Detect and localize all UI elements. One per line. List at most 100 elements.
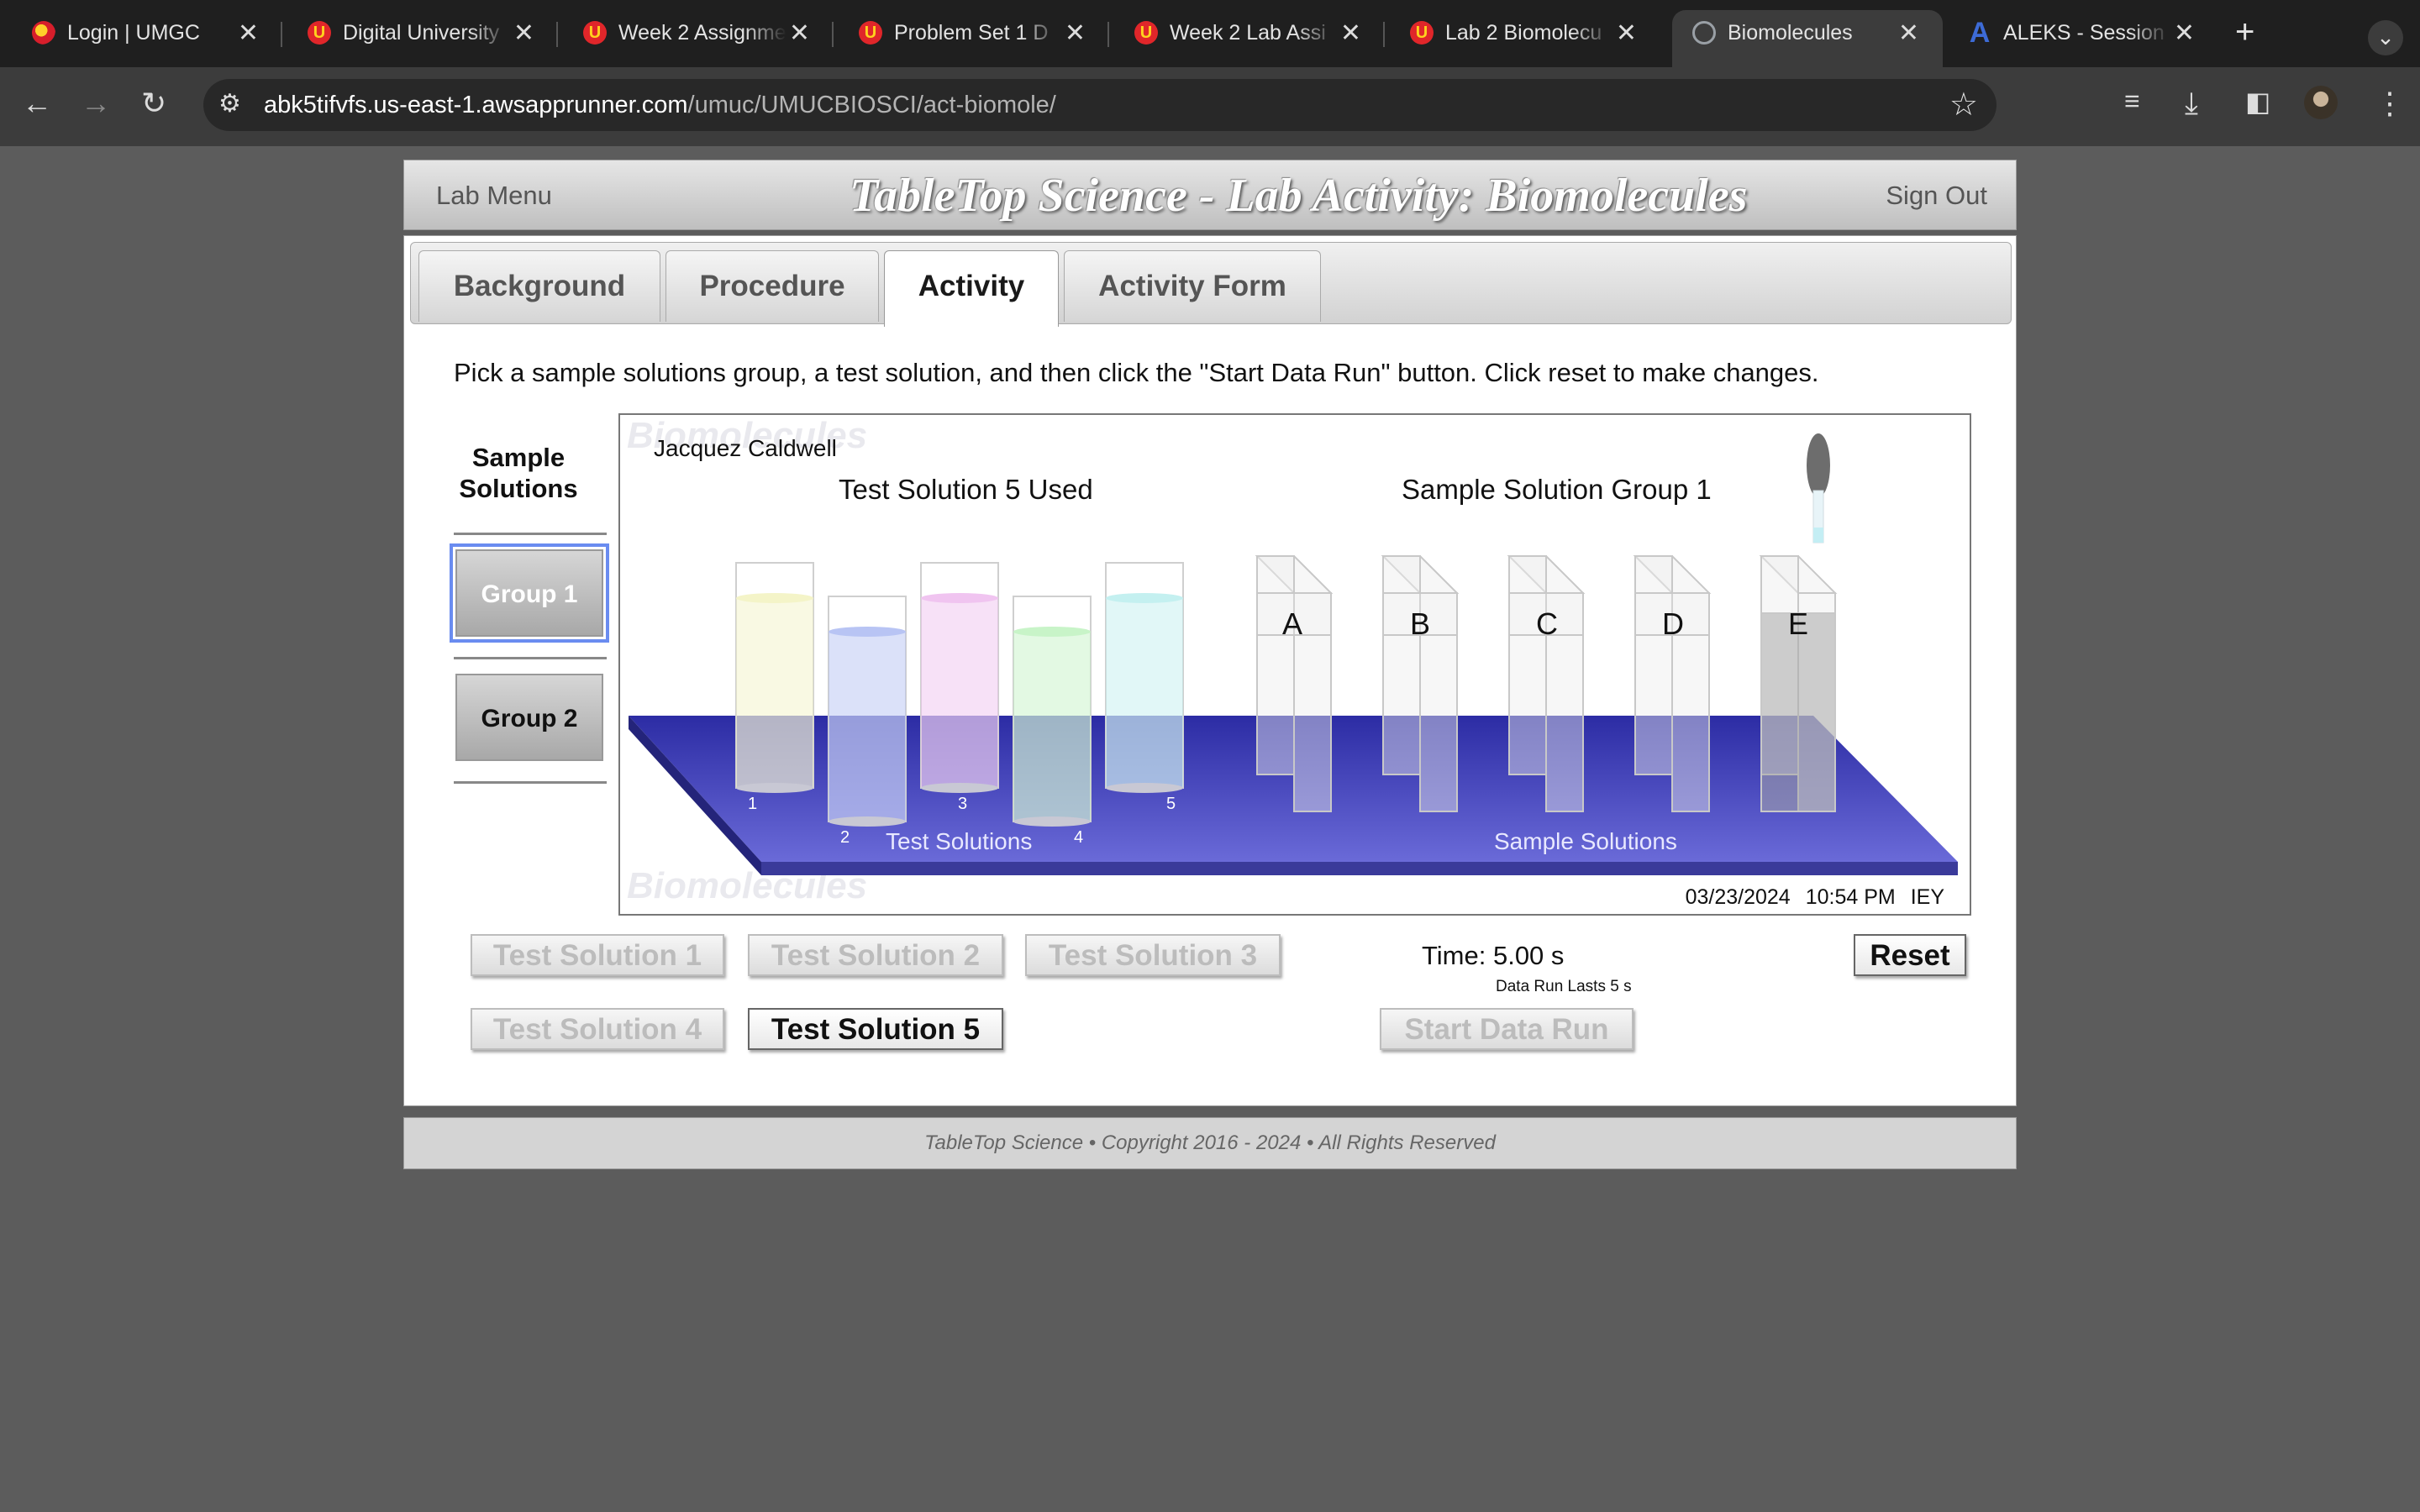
page-title: TableTop Science - Lab Activity: Biomole… (850, 170, 1748, 222)
reading-list-icon[interactable]: ≡ (2124, 86, 2140, 117)
umgc-u-icon: U (1134, 21, 1158, 45)
browser-menu-icon[interactable]: ⋮ (2375, 86, 2405, 121)
back-icon[interactable]: ← (22, 86, 52, 121)
group-2-button[interactable]: Group 2 (455, 674, 603, 761)
browser-tab[interactable]: Login | UMGC ✕ (12, 10, 282, 55)
well-b[interactable] (1381, 555, 1460, 812)
divider (454, 533, 607, 535)
tab-title: Problem Set 1 D (894, 21, 1049, 45)
forward-icon[interactable]: → (81, 86, 111, 121)
new-tab-button[interactable]: + (2235, 13, 2254, 51)
test-solution-3-button[interactable]: Test Solution 3 (1025, 934, 1281, 976)
tab-activity[interactable]: Activity (884, 250, 1059, 327)
test-solution-4-button[interactable]: Test Solution 4 (471, 1008, 724, 1050)
sample-group-label: Sample Solution Group 1 (1402, 474, 1712, 505)
reset-button[interactable]: Reset (1854, 934, 1966, 976)
tab-search-icon[interactable]: ⌄ (2368, 20, 2403, 55)
reload-icon[interactable]: ↻ (141, 86, 166, 121)
sample-solutions-label: Sample Solutions (1494, 828, 1677, 854)
tube-number: 4 (1074, 828, 1084, 847)
browser-toolbar: ← → ↻ ⚙ abk5tifvfs.us-east-1.awsapprunne… (0, 67, 2420, 146)
umgc-u-icon: U (308, 21, 331, 45)
profile-avatar[interactable] (2304, 86, 2338, 119)
test-solutions-label: Test Solutions (886, 828, 1033, 854)
tube-1[interactable] (735, 562, 814, 793)
aleks-icon: A (1969, 17, 1991, 49)
tab-title: Week 2 Assignment (618, 21, 786, 45)
tube-number: 3 (958, 795, 968, 813)
url-text[interactable]: abk5tifvfs.us-east-1.awsapprunner.com/um… (264, 92, 1056, 119)
student-name: Jacquez Caldwell (654, 435, 837, 461)
test-solution-2-button[interactable]: Test Solution 2 (748, 934, 1003, 976)
app-header: Lab Menu TableTop Science - Lab Activity… (403, 160, 2017, 230)
browser-tab[interactable]: U Week 2 Lab Assi ✕ (1114, 10, 1385, 55)
browser-tab[interactable]: U Lab 2 Biomolecu ✕ (1390, 10, 1660, 55)
instructions-text: Pick a sample solutions group, a test so… (454, 358, 1819, 387)
tab-title: Lab 2 Biomolecu (1445, 21, 1602, 45)
close-tab-icon[interactable]: ✕ (1065, 18, 1086, 48)
platform-edge (761, 862, 1958, 875)
well-label: D (1662, 606, 1684, 641)
well-label: B (1410, 606, 1431, 641)
browser-tab[interactable]: U Digital University ✕ (287, 10, 558, 55)
well-label: E (1788, 606, 1809, 641)
lab-menu-link[interactable]: Lab Menu (436, 181, 552, 211)
test-solution-used-label: Test Solution 5 Used (839, 474, 1093, 505)
tab-title: Biomolecules (1728, 21, 1853, 45)
close-tab-icon[interactable]: ✕ (513, 18, 534, 48)
well-label: A (1282, 606, 1303, 641)
run-duration-note: Data Run Lasts 5 s (1496, 978, 1632, 995)
close-tab-icon[interactable]: ✕ (1616, 18, 1637, 48)
tube-3[interactable] (920, 562, 999, 793)
test-solution-5-button[interactable]: Test Solution 5 (748, 1008, 1003, 1050)
sample-solutions-heading: Sample Solutions (459, 443, 578, 503)
tube-number: 1 (748, 795, 758, 813)
tube-4[interactable] (1013, 596, 1092, 827)
bookmark-star-icon[interactable]: ☆ (1949, 86, 1978, 123)
test-solution-1-button[interactable]: Test Solution 1 (471, 934, 724, 976)
tab-title: Week 2 Lab Assi (1170, 21, 1326, 45)
tab-background[interactable]: Background (418, 250, 660, 322)
close-tab-icon[interactable]: ✕ (1340, 18, 1361, 48)
footer: TableTop Science • Copyright 2016 - 2024… (403, 1117, 2017, 1169)
umgc-u-icon: U (859, 21, 882, 45)
timestamp: 03/23/2024 10:54 PM IEY (1685, 885, 1944, 909)
browser-tab[interactable]: U Problem Set 1 D ✕ (839, 10, 1109, 55)
browser-tab[interactable]: U Week 2 Assignment ✕ (563, 10, 834, 55)
side-panel-icon[interactable]: ◧ (2245, 86, 2270, 118)
globe-icon (1692, 21, 1716, 45)
browser-tab-strip: Login | UMGC ✕ U Digital University ✕ U … (0, 0, 2420, 67)
browser-tab[interactable]: A ALEKS - Session ✕ (1948, 10, 2218, 55)
lab-stage: Biomolecules Biomolecules Jacquez Caldwe… (618, 413, 1971, 916)
divider (454, 657, 607, 659)
lab-app: Lab Menu TableTop Science - Lab Activity… (403, 160, 2017, 1169)
well-a[interactable] (1255, 555, 1334, 812)
well-d[interactable] (1633, 555, 1712, 812)
tube-number: 5 (1166, 795, 1176, 813)
tube-2[interactable] (828, 596, 907, 827)
browser-tab-active[interactable]: Biomolecules ✕ (1672, 10, 1943, 67)
close-tab-icon[interactable]: ✕ (789, 18, 810, 48)
close-tab-icon[interactable]: ✕ (1898, 18, 1919, 48)
tab-procedure[interactable]: Procedure (666, 250, 879, 322)
group-1-button[interactable]: Group 1 (450, 543, 609, 643)
well-c[interactable] (1507, 555, 1586, 812)
start-data-run-button[interactable]: Start Data Run (1380, 1008, 1634, 1050)
download-icon[interactable]: ⤓ (2185, 86, 2198, 122)
tube-5[interactable] (1105, 562, 1184, 793)
dropper (1807, 433, 1830, 543)
umgc-u-icon: U (1410, 21, 1434, 45)
close-tab-icon[interactable]: ✕ (238, 18, 259, 48)
tab-title: Login | UMGC (67, 21, 200, 45)
site-info-icon[interactable]: ⚙ (218, 89, 241, 118)
divider (454, 781, 607, 784)
time-readout: Time: 5.00 s (1422, 941, 1565, 970)
tube-number: 2 (840, 828, 850, 847)
tab-activity-form[interactable]: Activity Form (1064, 250, 1321, 322)
sign-out-link[interactable]: Sign Out (1886, 181, 1987, 211)
close-tab-icon[interactable]: ✕ (2174, 18, 2195, 48)
lab-scene (629, 433, 1958, 875)
well-e[interactable] (1759, 555, 1838, 812)
address-bar[interactable]: ⚙ abk5tifvfs.us-east-1.awsapprunner.com/… (203, 79, 1996, 131)
well-label: C (1536, 606, 1558, 641)
